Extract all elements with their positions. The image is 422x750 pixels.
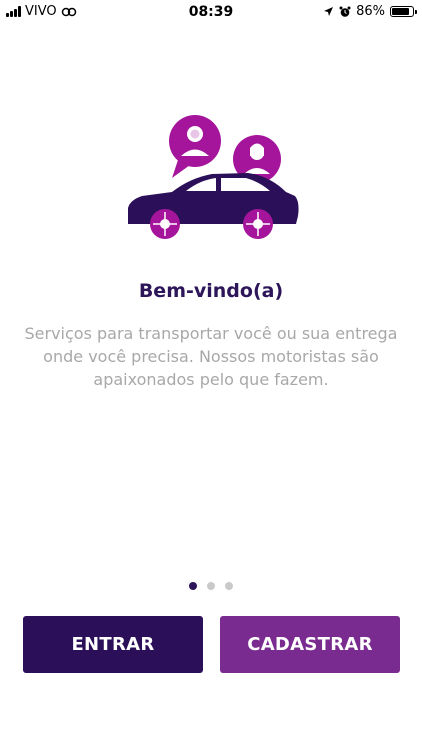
car-with-passengers-illustration <box>128 115 299 239</box>
signup-button[interactable]: CADASTRAR <box>220 616 400 673</box>
car-icon <box>128 173 299 239</box>
page-dot-2[interactable] <box>207 582 215 590</box>
battery-icon <box>390 6 417 17</box>
alarm-clock-icon <box>339 6 351 17</box>
welcome-description: Serviços para transportar você ou sua en… <box>24 324 398 389</box>
page-indicator <box>0 582 422 590</box>
location-arrow-icon <box>324 7 334 16</box>
page-dot-1[interactable] <box>189 582 197 590</box>
page-dot-3[interactable] <box>225 582 233 590</box>
driver-speech-bubble-icon <box>169 115 221 178</box>
welcome-title: Bem-vindo(a) <box>138 280 284 302</box>
battery-percent: 86% <box>356 4 385 19</box>
status-bar: VIVO 08:39 86% <box>0 0 422 24</box>
login-button[interactable]: ENTRAR <box>23 616 203 673</box>
battery-fill <box>392 8 410 15</box>
status-right: 86% <box>323 4 417 19</box>
